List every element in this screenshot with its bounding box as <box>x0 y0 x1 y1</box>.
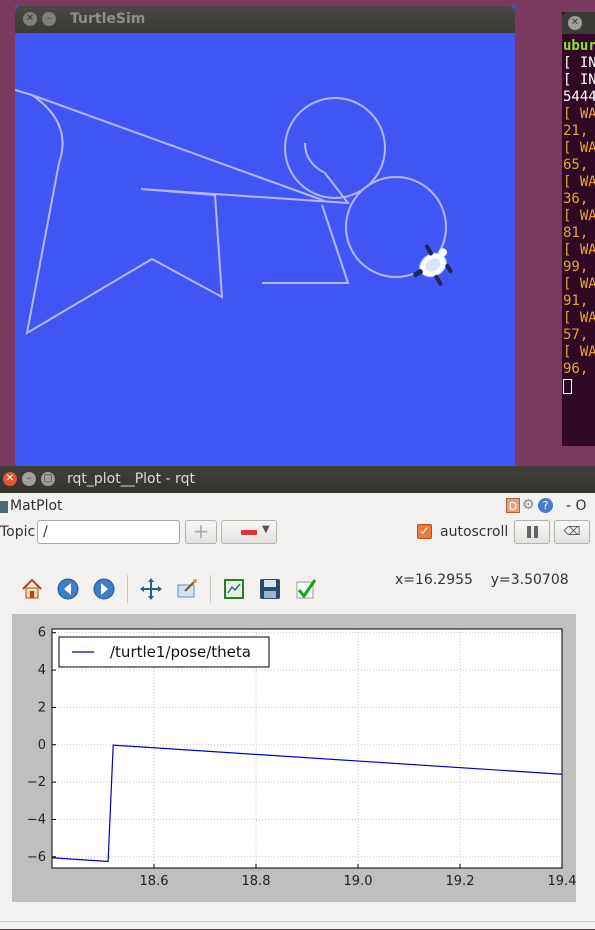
terminal-cursor <box>563 379 572 394</box>
rqt-title: rqt_plot__Plot - rqt <box>67 471 195 487</box>
minus-icon <box>241 530 257 535</box>
terminal-line: 65, <box>563 157 589 173</box>
remove-topic-button[interactable]: ▼ <box>221 520 277 544</box>
plot-canvas[interactable]: 18.6 18.8 19.0 19.2 19.4 6 4 2 0 −2 −4 −6/turtle1/p… <box>12 614 576 902</box>
x-tick-label: 18.8 <box>242 874 271 889</box>
dock-d-icon[interactable]: D <box>506 498 520 513</box>
turtle-icon <box>413 244 453 286</box>
terminal-line: 36, <box>563 191 589 207</box>
topic-label: Topic <box>0 524 36 540</box>
y-tick-label: 6 <box>38 626 46 641</box>
terminal-line: 5444 <box>563 89 595 105</box>
y-tick-label: −6 <box>27 850 46 865</box>
terminal-line: [ WA <box>563 310 595 326</box>
gear-icon[interactable]: ⚙ <box>522 498 535 513</box>
terminal-line: [ WA <box>563 276 595 292</box>
rqt-window: ✕ – □ rqt_plot__Plot - rqt MatPlot D ⚙ ?… <box>0 466 595 929</box>
line-chart[interactable]: 18.6 18.8 19.0 19.2 19.4 6 4 2 0 −2 −4 −6/turtle1/p… <box>12 614 576 902</box>
terminal-line: [ WA <box>563 174 595 190</box>
forward-icon[interactable] <box>92 577 116 601</box>
terminal-line: 81, <box>563 225 589 241</box>
terminal-window: ✕ ubur[ IN[ IN 5444[ WA 21,[ WA 65,[ WA 36,[… <box>562 12 595 446</box>
toolbar-separator <box>127 575 128 603</box>
chevron-down-icon: ▼ <box>262 524 270 535</box>
y-tick-label: −2 <box>27 775 46 790</box>
x-tick-label: 19.4 <box>548 874 576 889</box>
pause-icon-bar <box>534 526 538 538</box>
turtlesim-title: TurtleSim <box>70 11 146 27</box>
help-icon[interactable]: ? <box>538 498 553 513</box>
legend-label: /turtle1/pose/theta <box>110 643 251 661</box>
minimize-icon[interactable]: – <box>42 12 56 26</box>
subplots-icon[interactable] <box>222 577 246 601</box>
minimize-icon[interactable]: – <box>22 472 36 486</box>
zoom-icon[interactable] <box>175 577 199 601</box>
terminal-titlebar: ✕ <box>562 12 595 34</box>
coord-y: y=3.50708 <box>490 572 569 588</box>
close-icon[interactable]: ✕ <box>3 472 17 486</box>
coord-x: x=16.2955 <box>395 572 473 588</box>
x-tick-label: 19.0 <box>344 874 373 889</box>
terminal-line: 99, <box>563 259 589 275</box>
terminal-line: 91, <box>563 293 589 309</box>
turtlesim-window: ✕ – TurtleSim <box>15 6 515 468</box>
back-icon[interactable] <box>56 577 80 601</box>
terminal-line: [ WA <box>563 208 595 224</box>
y-tick-label: 4 <box>38 663 46 678</box>
terminal-line: [ WA <box>563 344 595 360</box>
autoscroll-label: autoscroll <box>440 524 509 540</box>
close-icon[interactable]: ✕ <box>23 12 37 26</box>
terminal-line: [ IN <box>563 55 595 71</box>
home-icon[interactable] <box>20 577 44 601</box>
maximize-icon[interactable]: □ <box>41 472 55 486</box>
pan-icon[interactable] <box>139 577 163 601</box>
topic-input[interactable] <box>37 520 180 544</box>
pause-icon <box>527 526 531 538</box>
terminal-line: 21, <box>563 123 589 139</box>
turtlesim-titlebar: ✕ – TurtleSim <box>15 6 515 33</box>
terminal-line: [ WA <box>563 242 595 258</box>
save-icon[interactable] <box>258 577 282 601</box>
x-tick-label: 19.2 <box>446 874 475 889</box>
pause-button[interactable] <box>514 520 550 544</box>
y-tick-label: −4 <box>27 812 46 827</box>
add-topic-button[interactable]: + <box>185 520 217 544</box>
plugin-minimize-close[interactable]: - O <box>566 498 587 514</box>
terminal-line: 57, <box>563 327 589 343</box>
plugin-label: MatPlot <box>10 498 63 514</box>
y-tick-label: 0 <box>38 738 46 753</box>
toolbar-separator <box>210 575 211 603</box>
turtlesim-canvas <box>15 89 453 335</box>
turtle-path <box>15 89 447 335</box>
y-tick-label: 2 <box>38 700 46 715</box>
terminal-output: ubur[ IN[ IN 5444[ WA 21,[ WA 65,[ WA 36,[ W… <box>563 38 595 378</box>
clear-button[interactable]: ⌫ <box>554 520 590 544</box>
cursor-coordinates: x=16.2955 y=3.50708 <box>395 572 569 588</box>
autoscroll-checkbox[interactable]: ✓ <box>417 524 432 539</box>
x-tick-label: 18.6 <box>140 874 169 889</box>
apply-icon[interactable] <box>294 577 318 601</box>
rqt-titlebar: ✕ – □ rqt_plot__Plot - rqt <box>0 466 595 493</box>
terminal-line: 96, <box>563 361 589 377</box>
terminal-line: [ WA <box>563 106 595 122</box>
plugin-icon <box>0 501 8 513</box>
terminal-line: ubur <box>563 38 595 54</box>
close-icon[interactable]: ✕ <box>568 16 582 30</box>
terminal-line: [ IN <box>563 72 595 88</box>
terminal-line: [ WA <box>563 140 595 156</box>
